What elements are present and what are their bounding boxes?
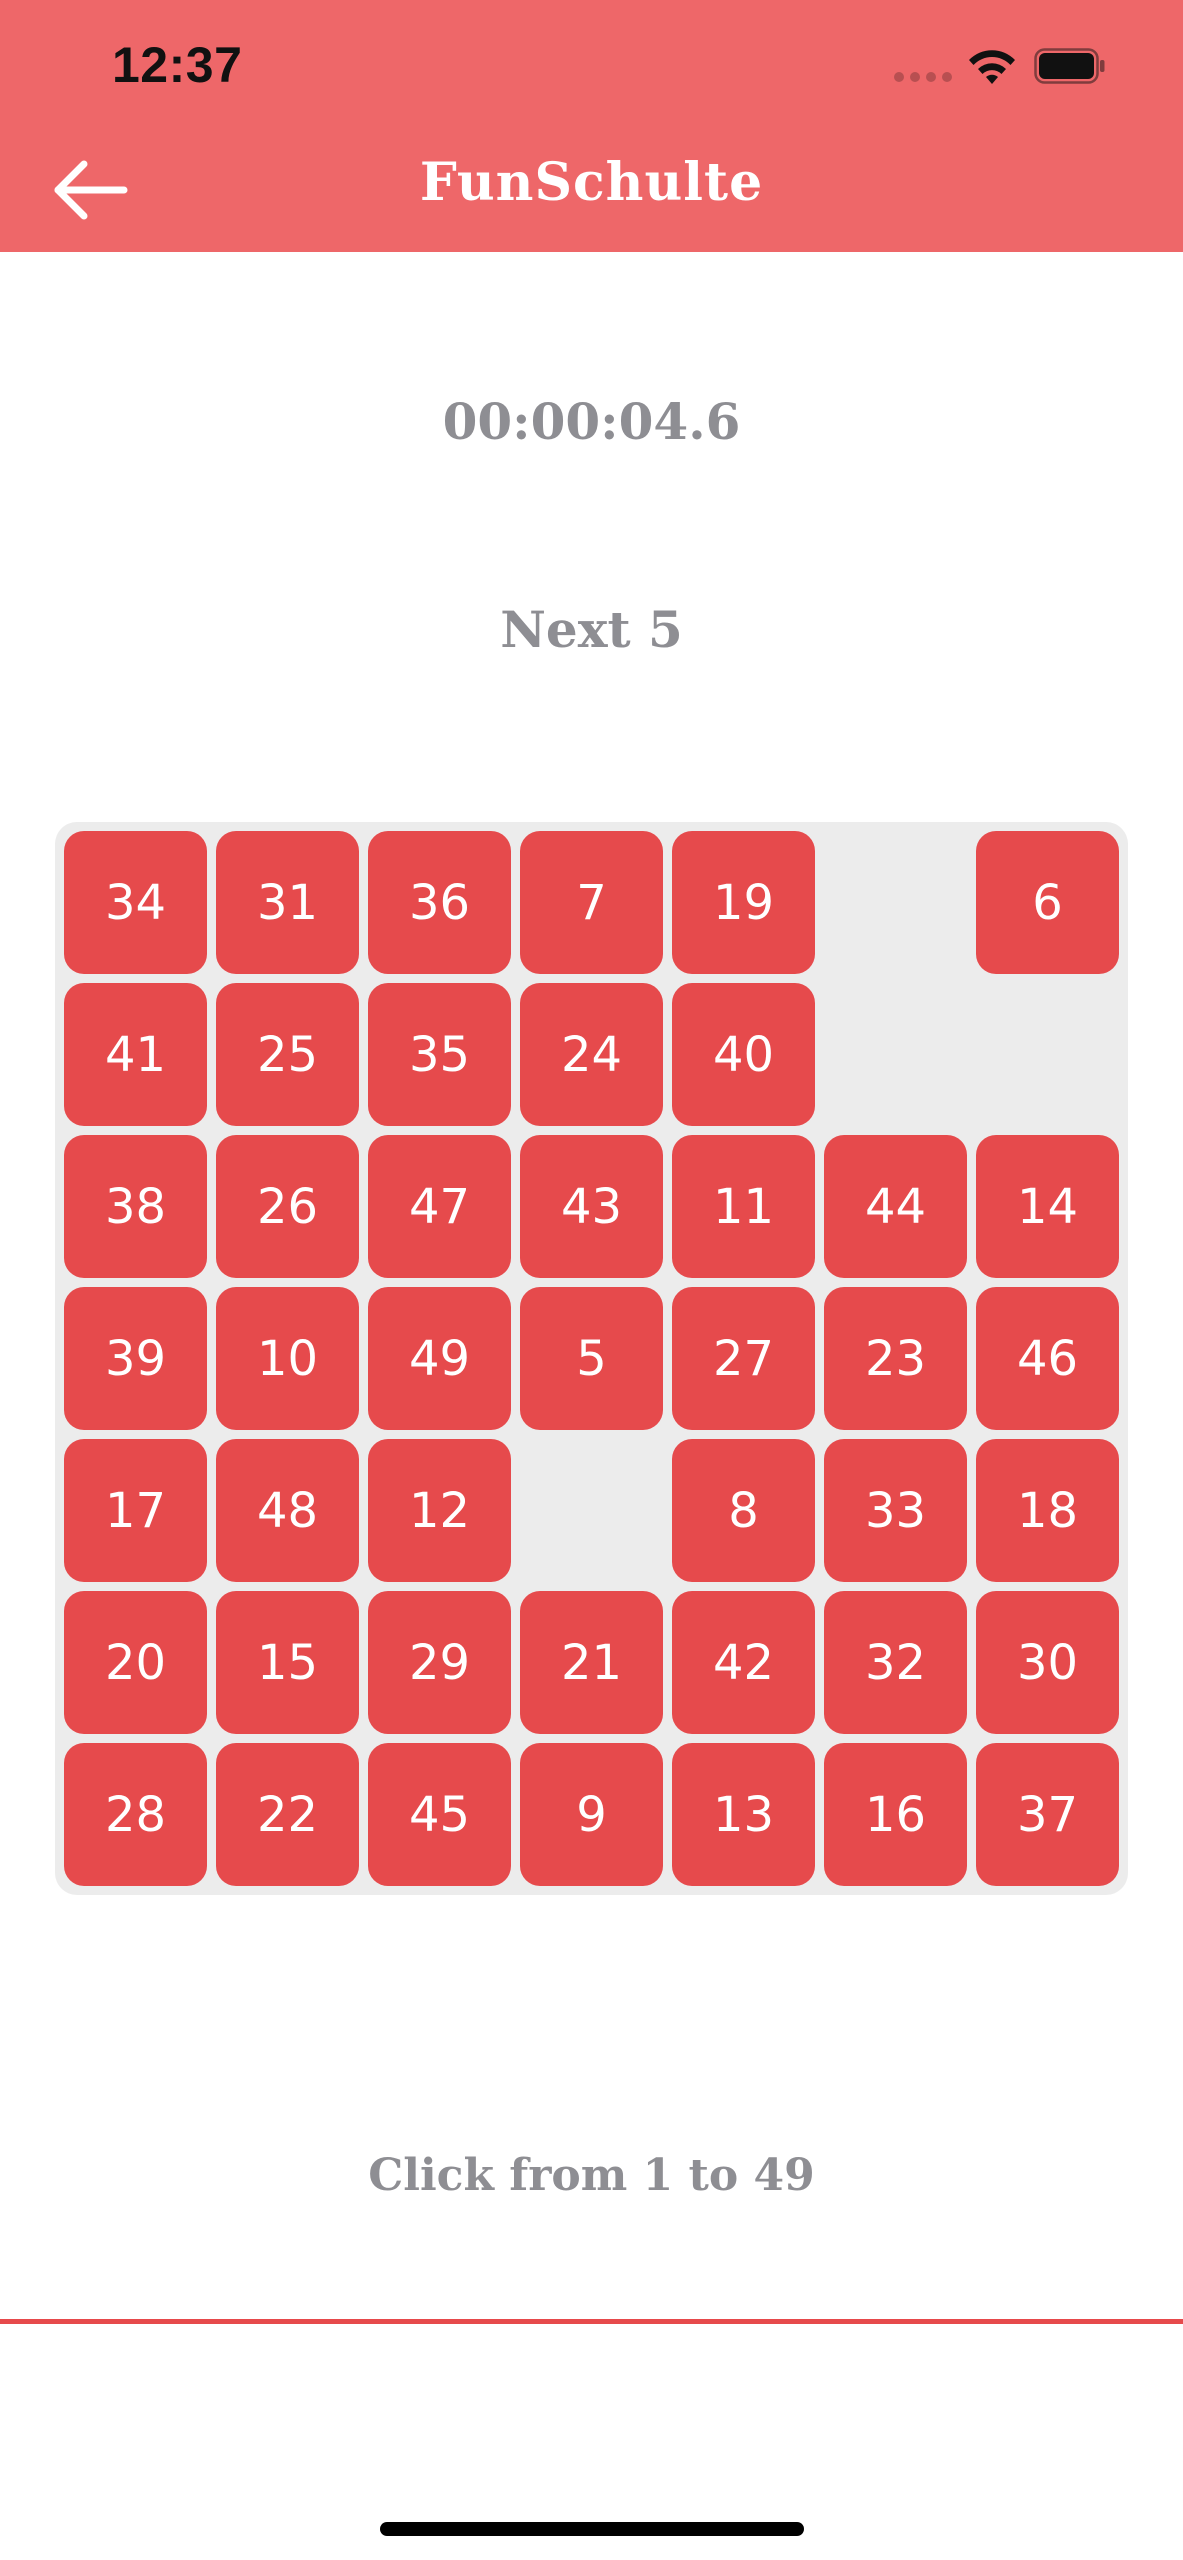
number-tile[interactable]: 8 bbox=[672, 1439, 815, 1582]
number-tile[interactable]: 20 bbox=[64, 1591, 207, 1734]
app-title: FunSchulte bbox=[419, 152, 764, 213]
number-tile[interactable]: 13 bbox=[672, 1743, 815, 1886]
number-tile[interactable]: 46 bbox=[976, 1287, 1119, 1430]
number-tile[interactable]: 12 bbox=[368, 1439, 511, 1582]
number-tile[interactable]: 47 bbox=[368, 1135, 511, 1278]
number-tile[interactable]: 38 bbox=[64, 1135, 207, 1278]
wifi-icon bbox=[969, 50, 1015, 84]
number-tile[interactable]: 30 bbox=[976, 1591, 1119, 1734]
number-tile[interactable]: 35 bbox=[368, 983, 511, 1126]
number-tile[interactable]: 29 bbox=[368, 1591, 511, 1734]
number-tile[interactable]: 9 bbox=[520, 1743, 663, 1886]
bottom-divider bbox=[0, 2319, 1183, 2324]
elapsed-timer: 00:00:04.6 bbox=[442, 392, 741, 451]
number-tile[interactable]: 14 bbox=[976, 1135, 1119, 1278]
number-tile[interactable]: 41 bbox=[64, 983, 207, 1126]
number-tile[interactable]: 37 bbox=[976, 1743, 1119, 1886]
number-tile[interactable]: 25 bbox=[216, 983, 359, 1126]
number-tile[interactable]: 17 bbox=[64, 1439, 207, 1582]
number-tile[interactable]: 33 bbox=[824, 1439, 967, 1582]
number-tile[interactable]: 45 bbox=[368, 1743, 511, 1886]
schulte-grid-board: 34 31 36 7 19 6 41 25 35 24 40 38 26 47 43 11 44 14 39 10 49… bbox=[55, 822, 1128, 1895]
number-tile[interactable]: 24 bbox=[520, 983, 663, 1126]
number-tile[interactable]: 27 bbox=[672, 1287, 815, 1430]
number-tile[interactable]: 5 bbox=[520, 1287, 663, 1430]
status-time: 12:37 bbox=[112, 37, 243, 93]
number-tile[interactable]: 18 bbox=[976, 1439, 1119, 1582]
number-tile[interactable]: 22 bbox=[216, 1743, 359, 1886]
number-tile[interactable]: 36 bbox=[368, 831, 511, 974]
number-tile[interactable]: 43 bbox=[520, 1135, 663, 1278]
number-tile[interactable]: 7 bbox=[520, 831, 663, 974]
number-tile[interactable]: 19 bbox=[672, 831, 815, 974]
number-tile[interactable]: 42 bbox=[672, 1591, 815, 1734]
number-tile[interactable]: 11 bbox=[672, 1135, 815, 1278]
app-header: 12:37 FunSchulte bbox=[0, 0, 1183, 252]
battery-icon bbox=[1034, 48, 1105, 84]
number-tile[interactable]: 6 bbox=[976, 831, 1119, 974]
number-tile[interactable]: 49 bbox=[368, 1287, 511, 1430]
number-tile[interactable]: 26 bbox=[216, 1135, 359, 1278]
number-tile[interactable]: 28 bbox=[64, 1743, 207, 1886]
number-tile[interactable]: 48 bbox=[216, 1439, 359, 1582]
home-indicator bbox=[380, 2522, 804, 2536]
number-tile[interactable]: 15 bbox=[216, 1591, 359, 1734]
number-tile[interactable]: 10 bbox=[216, 1287, 359, 1430]
number-tile[interactable]: 32 bbox=[824, 1591, 967, 1734]
number-tile[interactable]: 40 bbox=[672, 983, 815, 1126]
number-tile[interactable]: 44 bbox=[824, 1135, 967, 1278]
next-number-label: Next 5 bbox=[500, 600, 683, 659]
number-tile[interactable]: 21 bbox=[520, 1591, 663, 1734]
instruction-text: Click from 1 to 49 bbox=[368, 2150, 815, 2201]
number-tile[interactable]: 16 bbox=[824, 1743, 967, 1886]
number-tile[interactable]: 23 bbox=[824, 1287, 967, 1430]
number-tile[interactable]: 31 bbox=[216, 831, 359, 974]
cellular-signal-icon bbox=[894, 72, 952, 82]
number-tile[interactable]: 34 bbox=[64, 831, 207, 974]
number-tile[interactable]: 39 bbox=[64, 1287, 207, 1430]
